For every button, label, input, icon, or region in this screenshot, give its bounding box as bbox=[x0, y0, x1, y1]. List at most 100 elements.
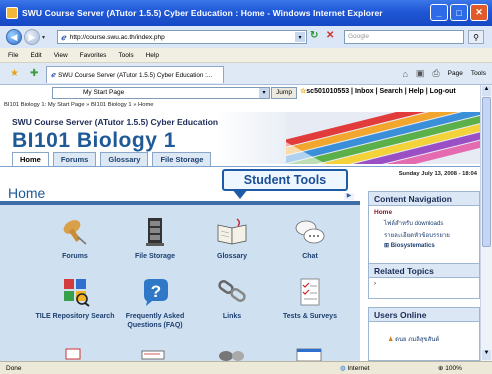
user-icon: ♟ bbox=[388, 337, 394, 343]
tool-label: Links bbox=[222, 313, 242, 320]
close-button[interactable]: ✕ bbox=[470, 4, 488, 21]
menu-file[interactable]: File bbox=[8, 52, 18, 59]
status-text: Done bbox=[6, 364, 22, 372]
command-bar: ⌂ ▣ ⎙ Page Tools bbox=[402, 68, 486, 79]
history-dropdown-icon[interactable]: ▾ bbox=[42, 34, 45, 41]
page-menu[interactable]: Page bbox=[448, 70, 463, 77]
user-links[interactable]: ☆sc501010553 | Inbox | Search | Help | L… bbox=[300, 87, 456, 95]
tools-menu[interactable]: Tools bbox=[471, 70, 486, 77]
scroll-up-icon[interactable]: ▲ bbox=[482, 86, 491, 96]
security-zone: ◍ Internet bbox=[340, 364, 370, 372]
scroll-thumb[interactable] bbox=[482, 97, 491, 247]
browser-tab-row: ★ ✚ ℯ SWU Course Server (ATutor 1.5.5) C… bbox=[0, 63, 492, 85]
address-url: http://course.swu.ac.th/index.php bbox=[69, 33, 165, 41]
status-bar: Done ◍ Internet ⊕ 100% bbox=[0, 361, 492, 374]
tool-forums[interactable]: Forums bbox=[35, 217, 115, 262]
menu-view[interactable]: View bbox=[54, 52, 68, 59]
course-title: BI101 Biology 1 bbox=[12, 129, 176, 152]
search-icon[interactable]: ⚲ bbox=[468, 30, 484, 44]
tile-repository-icon bbox=[64, 279, 90, 307]
menu-edit[interactable]: Edit bbox=[30, 52, 41, 59]
online-user-name: ดนย ภมลิสุขสันต์ bbox=[395, 337, 440, 343]
ie-page-icon: ℯ bbox=[61, 32, 66, 42]
zone-label: Internet bbox=[347, 365, 370, 372]
tool-file-storage[interactable]: File Storage bbox=[115, 217, 195, 262]
partial-tool-icon bbox=[65, 348, 81, 360]
users-online-heading: Users Online bbox=[369, 308, 479, 322]
tab-home[interactable]: Home bbox=[12, 152, 49, 166]
jump-dropdown-icon[interactable]: ▾ bbox=[259, 88, 269, 98]
tool-glossary[interactable]: Glossary bbox=[192, 217, 272, 262]
menu-tools[interactable]: Tools bbox=[118, 52, 133, 59]
tab-forums[interactable]: Forums bbox=[52, 152, 97, 166]
app-icon bbox=[6, 7, 18, 19]
page-heading: Home bbox=[8, 185, 46, 201]
tab-glossary[interactable]: Glossary bbox=[100, 152, 149, 166]
menu-favorites[interactable]: Favorites bbox=[80, 52, 107, 59]
search-input[interactable]: Google bbox=[344, 30, 464, 44]
address-dropdown-icon[interactable]: ▾ bbox=[295, 32, 305, 42]
globe-icon: ◍ bbox=[340, 365, 346, 372]
checklist-icon bbox=[300, 278, 320, 306]
tool-tile-repository-search[interactable]: TILE Repository Search bbox=[35, 277, 115, 322]
tab-file-storage[interactable]: File Storage bbox=[152, 152, 212, 166]
nav-item-label: Biosystematics bbox=[390, 243, 435, 249]
colored-pencils-image bbox=[286, 112, 480, 164]
address-field[interactable]: ℯ http://course.swu.ac.th/index.php ▾ bbox=[57, 30, 307, 44]
online-user[interactable]: ♟ ดนย ภมลิสุขสันต์ bbox=[374, 334, 474, 344]
window-title-bar: SWU Course Server (ATutor 1.5.5) Cyber E… bbox=[0, 0, 492, 26]
favorites-star-icon[interactable]: ★ bbox=[10, 68, 19, 79]
nav-item-downloads[interactable]: ไฟล์สำหรับ downloads bbox=[374, 218, 474, 228]
window-title: SWU Course Server (ATutor 1.5.5) Cyber E… bbox=[22, 8, 383, 18]
address-bar-row: ◀ ▶ ▾ ℯ http://course.swu.ac.th/index.ph… bbox=[0, 26, 492, 48]
related-topics-panel: Related Topics › bbox=[368, 263, 480, 299]
home-icon[interactable]: ⌂ bbox=[402, 69, 407, 79]
zoom-level: 100% bbox=[445, 365, 462, 372]
back-button[interactable]: ◀ bbox=[6, 29, 22, 45]
refresh-icon[interactable]: ↻ bbox=[310, 30, 318, 41]
nav-item-lecture-details[interactable]: รายละเอียดหัวข้อบรรยาย bbox=[374, 230, 474, 240]
vertical-scrollbar[interactable]: ▲ ▼ bbox=[480, 85, 492, 361]
browser-tab-title: SWU Course Server (ATutor 1.5.5) Cyber E… bbox=[58, 71, 213, 79]
tool-label: TILE Repository Search bbox=[35, 313, 115, 320]
zoom-control[interactable]: ⊕ 100% bbox=[438, 364, 462, 372]
callout-tail bbox=[232, 189, 248, 199]
print-icon[interactable]: ⎙ bbox=[432, 68, 439, 79]
partial-tool-icon bbox=[219, 351, 244, 361]
browser-tab[interactable]: ℯ SWU Course Server (ATutor 1.5.5) Cyber… bbox=[46, 66, 224, 83]
expand-icon[interactable]: ⊞ bbox=[384, 243, 389, 249]
jump-button[interactable]: Jump bbox=[271, 87, 297, 99]
date-stamp: Sunday July 13, 2008 - 18:04 bbox=[398, 171, 477, 177]
tool-links[interactable]: Links bbox=[192, 277, 272, 322]
minimize-button[interactable]: _ bbox=[430, 4, 448, 21]
course-server-name: SWU Course Server (ATutor 1.5.5) Cyber E… bbox=[12, 117, 219, 127]
breadcrumb[interactable]: BI101 Biology 1: My Start Page » BI101 B… bbox=[4, 102, 154, 108]
tool-tests-surveys[interactable]: Tests & Surveys bbox=[270, 277, 350, 322]
maximize-button[interactable]: □ bbox=[450, 4, 468, 21]
chat-bubbles-icon bbox=[295, 220, 325, 244]
svg-text:?: ? bbox=[151, 282, 161, 301]
users-online-panel: Users Online ♟ ดนย ภมลิสุขสันต์ bbox=[368, 307, 480, 361]
tool-chat[interactable]: Chat bbox=[270, 217, 350, 262]
stop-icon[interactable]: ✕ bbox=[326, 30, 334, 41]
user-links-text[interactable]: sc501010553 | Inbox | Search | Help | Lo… bbox=[306, 88, 455, 95]
jump-select[interactable]: My Start Page ▾ bbox=[52, 87, 270, 99]
feeds-icon[interactable]: ▣ bbox=[416, 68, 425, 79]
tool-faq[interactable]: ? Frequently Asked Questions (FAQ) bbox=[115, 277, 195, 330]
open-book-icon bbox=[217, 218, 247, 245]
collapse-icon[interactable]: ▶ bbox=[344, 193, 354, 200]
question-mark-icon: ? bbox=[144, 279, 168, 306]
nav-home-link[interactable]: Home bbox=[374, 209, 474, 216]
content-navigation-heading: Content Navigation bbox=[369, 192, 479, 206]
add-favorite-icon[interactable]: ✚ bbox=[30, 68, 38, 79]
scroll-down-icon[interactable]: ▼ bbox=[482, 350, 491, 360]
forward-button[interactable]: ▶ bbox=[24, 29, 40, 45]
menu-help[interactable]: Help bbox=[146, 52, 159, 59]
nav-item-biosystematics[interactable]: ⊞ Biosystematics bbox=[374, 242, 474, 249]
page-viewport: My Start Page ▾ Jump ☆sc501010553 | Inbo… bbox=[0, 85, 480, 361]
course-tabs: Home Forums Glossary File Storage bbox=[12, 152, 212, 166]
tool-label: Frequently Asked Questions (FAQ) bbox=[125, 313, 185, 329]
related-topics-body: › bbox=[374, 281, 376, 287]
menu-bar: File Edit View Favorites Tools Help bbox=[0, 48, 492, 63]
tool-label: Chat bbox=[302, 253, 318, 260]
